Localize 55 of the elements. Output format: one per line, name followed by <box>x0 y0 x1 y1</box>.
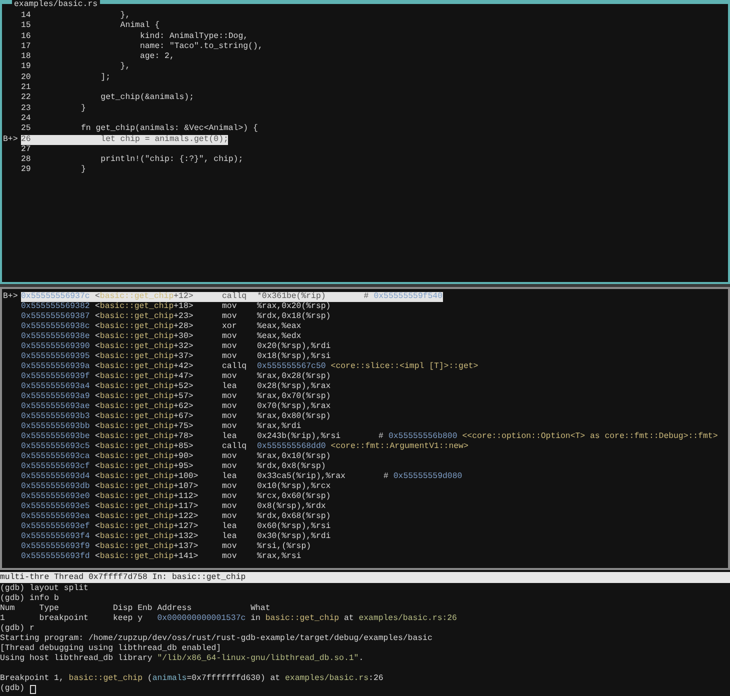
disassembly-line: 0x5555555693ca <basic::get_chip+90> mov %rax,0x10(%rsp) <box>21 452 331 462</box>
disassembly-line: 0x5555555693a4 <basic::get_chip+52> lea 0x28(%rsp),%rax <box>21 382 331 392</box>
console-line: [Thread debugging using libthread_db enabled] <box>0 644 222 654</box>
disassembly-line: 0x55555556938c <basic::get_chip+28> xor %eax,%eax <box>21 322 302 332</box>
source-line: 27 <box>21 144 32 156</box>
console-line: Num Type Disp Enb Address What <box>0 604 270 614</box>
console-line: Using host libthread_db library "/lib/x86_64-linux-gnu/libthread_db.so.1". <box>0 654 364 664</box>
disassembly-line: 0x5555555693f9 <basic::get_chip+137> mov %rsi,(%rsp) <box>21 542 312 552</box>
disassembly-line: 0x55555556939a <basic::get_chip+42> callq 0x555555567c50 <core::slice::<impl [T]>::get> <box>21 362 478 372</box>
breakpoint-marker: B+> <box>3 292 19 302</box>
disassembly-line: 0x5555555693f4 <basic::get_chip+132> lea 0x30(%rsp),%rdi <box>21 532 331 542</box>
source-line: 22 get_chip(&animals); <box>21 93 194 104</box>
disassembly-line: 0x5555555693b3 <basic::get_chip+67> mov %rax,0x80(%rsp) <box>21 412 331 422</box>
source-line: 29 } <box>21 165 86 176</box>
source-line: 16 kind: AnimalType::Dog, <box>21 32 248 42</box>
console-line: (gdb) r <box>0 624 34 634</box>
source-line: 19 }, <box>21 62 130 73</box>
source-line: 28 println!("chip: {:?}", chip); <box>21 155 244 165</box>
disassembly-line: 0x5555555693cf <basic::get_chip+95> mov %rdx,0x8(%rsp) <box>21 462 326 472</box>
disassembly-line: 0x5555555693c5 <basic::get_chip+85> callq 0x555555568dd0 <core::fmt::ArgumentV1::new> <box>21 442 468 452</box>
source-line: 21 <box>21 83 32 94</box>
disassembly-line: 0x5555555693ae <basic::get_chip+62> mov 0x70(%rsp),%rax <box>21 402 331 412</box>
disassembly-line: 0x5555555693fd <basic::get_chip+141> mov %rax,%rsi <box>21 552 302 562</box>
source-line: 20 ]; <box>21 72 110 84</box>
source-line: 17 name: "Taco".to_string(), <box>21 42 263 52</box>
disassembly-line: 0x5555555693a9 <basic::get_chip+57> mov %rax,0x70(%rsp) <box>21 392 331 402</box>
source-line: 18 age: 2, <box>21 52 174 62</box>
console-line: Starting program: /home/zupzup/dev/oss/rust/rust-gdb-example/target/debug/examples/basic <box>0 634 432 644</box>
disassembly-line: 0x5555555693e0 <basic::get_chip+112> mov %rcx,0x60(%rsp) <box>21 492 331 502</box>
source-line: 24 <box>21 114 32 124</box>
pane-title: examples/basic.rs <box>12 0 100 10</box>
prompt: (gdb) <box>0 684 25 694</box>
breakpoint-marker: B+> <box>3 134 19 145</box>
source-line: 23 } <box>21 104 86 114</box>
disassembly-line: 0x55555556938e <basic::get_chip+30> mov %eax,%edx <box>21 332 302 342</box>
console-line: (gdb) info b <box>0 594 59 604</box>
disassembly-line: 0x555555569390 <basic::get_chip+32> mov 0x20(%rsp),%rdi <box>21 342 331 352</box>
console-line: (gdb) layout split <box>0 584 88 594</box>
disassembly-line: 0x55555556939f <basic::get_chip+47> mov %rax,0x28(%rsp) <box>21 372 331 382</box>
disassembly-line: 0x555555569382 <basic::get_chip+18> mov %rax,0x20(%rsp) <box>21 302 331 312</box>
source-line: 25 fn get_chip(animals: &Vec<Animal>) { <box>21 124 258 135</box>
disassembly-line: 0x555555569395 <basic::get_chip+37> mov 0x18(%rsp),%rsi <box>21 352 331 362</box>
status-text: multi-thre Thread 0x7ffff7d758 In: basic::get_chip <box>0 573 246 582</box>
disassembly-line: 0x5555555693d4 <basic::get_chip+100> lea 0x33ca5(%rip),%rax # 0x55555559d080 <box>21 472 462 482</box>
disassembly-line: 0x5555555693db <basic::get_chip+107> mov 0x10(%rsp),%rcx <box>21 482 331 492</box>
disassembly-line: 0x5555555693e5 <basic::get_chip+117> mov 0x8(%rsp),%rdx <box>21 502 326 512</box>
disassembly-line: 0x5555555693be <basic::get_chip+78> lea 0x243b(%rip),%rsi # 0x55555556b800 <<core::option::Option<T> as core::fmt::Debug>::fmt> <box>21 432 718 442</box>
disassembly-line: 0x555555569387 <basic::get_chip+23> mov %rdx,0x18(%rsp) <box>21 312 331 322</box>
console-line: Breakpoint 1, basic::get_chip (animals=0x7fffffffd630) at examples/basic.rs:26 <box>0 674 384 684</box>
source-line: 14 }, <box>21 11 130 21</box>
disassembly-line: 0x5555555693ea <basic::get_chip+122> mov %rdx,0x68(%rsp) <box>21 512 331 522</box>
disassembly-line: 0x5555555693bb <basic::get_chip+75> mov %rax,%rdi <box>21 422 302 432</box>
disassembly-line: 0x5555555693ef <basic::get_chip+127> lea 0x60(%rsp),%rsi <box>21 522 331 532</box>
source-line: 15 Animal { <box>21 21 160 32</box>
console-line: 1 breakpoint keep y 0x000000000001537c in basic::get_chip at examples/basic.rs:26 <box>0 614 457 624</box>
